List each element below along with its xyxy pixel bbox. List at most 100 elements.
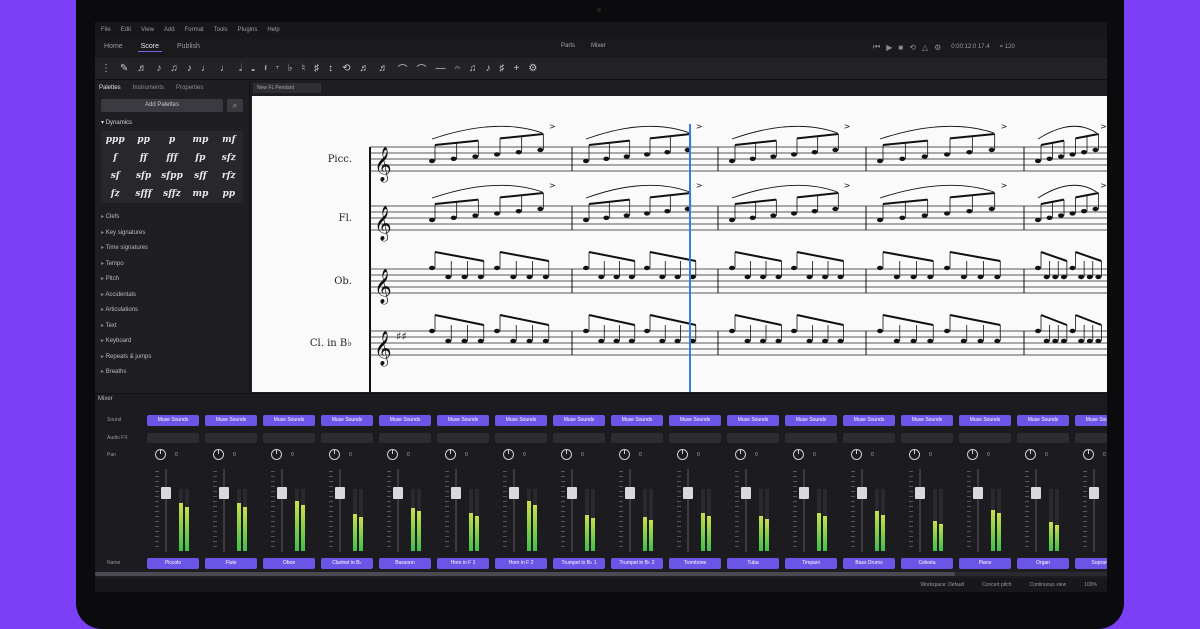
palette-item[interactable]: Accidentals	[101, 291, 151, 307]
metronome-icon[interactable]: △	[922, 43, 928, 52]
audio-fx-slot[interactable]	[263, 433, 315, 443]
toolbar-tool-icon[interactable]: ⟲	[342, 63, 350, 74]
toolbar-tool-icon[interactable]: +	[514, 63, 520, 74]
channel-name[interactable]: Piccolo	[147, 558, 199, 569]
channel-name[interactable]: Soprano	[1075, 558, 1107, 569]
sound-select-button[interactable]: Muse Sounds	[1075, 415, 1107, 426]
pan-knob[interactable]	[503, 449, 514, 460]
menu-item-plugins[interactable]: Plugins	[238, 27, 258, 33]
pan-knob[interactable]	[561, 449, 572, 460]
audio-fx-slot[interactable]	[379, 433, 431, 443]
toolbar-tool-icon[interactable]: ♪	[187, 63, 192, 74]
volume-fader[interactable]	[677, 469, 693, 552]
pan-knob[interactable]	[445, 449, 456, 460]
play-icon[interactable]: ▶	[886, 43, 892, 52]
score-tab[interactable]: New FL Pendant	[253, 83, 321, 93]
pan-knob[interactable]	[677, 449, 688, 460]
channel-name[interactable]: Timpani	[785, 558, 837, 569]
toolbar-tool-icon[interactable]: ♬	[359, 63, 369, 74]
fader-handle[interactable]	[509, 487, 519, 499]
dynamic-cell[interactable]: sfpp	[158, 167, 186, 185]
audio-fx-slot[interactable]	[147, 433, 199, 443]
pan-knob[interactable]	[1025, 449, 1036, 460]
pan-knob[interactable]	[387, 449, 398, 460]
volume-fader[interactable]	[1025, 469, 1041, 552]
sound-select-button[interactable]: Muse Sounds	[495, 415, 547, 426]
volume-fader[interactable]	[619, 469, 635, 552]
audio-fx-slot[interactable]	[669, 433, 721, 443]
audio-fx-slot[interactable]	[901, 433, 953, 443]
dynamic-cell[interactable]: fp	[186, 149, 214, 167]
sound-select-button[interactable]: Muse Sounds	[959, 415, 1011, 426]
audio-fx-slot[interactable]	[495, 433, 547, 443]
volume-fader[interactable]	[329, 469, 345, 552]
channel-name[interactable]: Flute	[205, 558, 257, 569]
menu-item-format[interactable]: Format	[185, 27, 204, 33]
palette-item[interactable]: Time signatures	[101, 244, 151, 260]
pan-knob[interactable]	[329, 449, 340, 460]
toolbar-tool-icon[interactable]: ♪	[156, 63, 161, 74]
fader-handle[interactable]	[451, 487, 461, 499]
volume-fader[interactable]	[851, 469, 867, 552]
audio-fx-slot[interactable]	[553, 433, 605, 443]
dynamic-cell[interactable]: mf	[215, 131, 243, 149]
audio-fx-slot[interactable]	[1017, 433, 1069, 443]
channel-name[interactable]: Horn in F 1	[437, 558, 489, 569]
channel-name[interactable]: Clarinet in B♭	[321, 558, 373, 569]
palette-item[interactable]: Breaths	[101, 368, 151, 384]
volume-fader[interactable]	[155, 469, 171, 552]
sound-select-button[interactable]: Muse Sounds	[263, 415, 315, 426]
toolbar-tool-icon[interactable]: ⋮	[101, 63, 111, 74]
dynamic-cell[interactable]: sf	[101, 167, 129, 185]
dynamics-palette-title[interactable]: ▾ Dynamics	[101, 119, 132, 126]
audio-fx-slot[interactable]	[205, 433, 257, 443]
fader-handle[interactable]	[741, 487, 751, 499]
mixer-scrollbar[interactable]	[95, 572, 1107, 576]
tab-publish[interactable]: Publish	[174, 42, 203, 52]
channel-name[interactable]: Trombone	[669, 558, 721, 569]
menu-item-edit[interactable]: Edit	[121, 27, 131, 33]
fader-handle[interactable]	[335, 487, 345, 499]
dynamic-cell[interactable]: pp	[215, 185, 243, 203]
audio-fx-slot[interactable]	[437, 433, 489, 443]
menu-item-view[interactable]: View	[141, 27, 154, 33]
channel-name[interactable]: Tuba	[727, 558, 779, 569]
dynamic-cell[interactable]: mp	[186, 131, 214, 149]
panel-tab-instruments[interactable]: Instruments	[133, 85, 164, 91]
toolbar-tool-icon[interactable]: 𝄐	[454, 63, 460, 74]
dynamic-cell[interactable]: ff	[129, 149, 157, 167]
dynamic-cell[interactable]: sfff	[129, 185, 157, 203]
volume-fader[interactable]	[213, 469, 229, 552]
channel-name[interactable]: Trumpet in B♭ 1	[553, 558, 605, 569]
dynamic-cell[interactable]: sffz	[158, 185, 186, 203]
settings-icon[interactable]: ⚙	[934, 43, 941, 52]
palette-item[interactable]: Keyboard	[101, 337, 151, 353]
toolbar-tool-icon[interactable]: ♩	[201, 63, 211, 74]
dynamic-cell[interactable]: sff	[186, 167, 214, 185]
toolbar-tool-icon[interactable]: —	[435, 63, 445, 74]
panel-tab-properties[interactable]: Properties	[176, 85, 203, 91]
volume-fader[interactable]	[387, 469, 403, 552]
volume-fader[interactable]	[561, 469, 577, 552]
channel-name[interactable]: Organ	[1017, 558, 1069, 569]
score-canvas[interactable]: Picc. 𝄞 > > > > > Fl. 𝄞 > > > > > Ob. 𝄞 Cl. in B♭ 𝄞 ♯♯	[252, 96, 1107, 392]
toolbar-tool-icon[interactable]: ♫	[469, 63, 477, 74]
search-icon[interactable]: ⌕	[227, 99, 243, 112]
pan-knob[interactable]	[967, 449, 978, 460]
volume-fader[interactable]	[445, 469, 461, 552]
volume-fader[interactable]	[909, 469, 925, 552]
toolbar-tool-icon[interactable]: ♪	[486, 63, 491, 74]
toolbar-tool-icon[interactable]: ♮	[302, 63, 306, 74]
pan-knob[interactable]	[619, 449, 630, 460]
channel-name[interactable]: Oboe	[263, 558, 315, 569]
tab-score[interactable]: Score	[137, 42, 162, 52]
status-item[interactable]: Continuous view	[1030, 582, 1067, 588]
sound-select-button[interactable]: Muse Sounds	[205, 415, 257, 426]
panel-tab-palettes[interactable]: Palettes	[99, 85, 121, 91]
sound-select-button[interactable]: Muse Sounds	[553, 415, 605, 426]
fader-handle[interactable]	[973, 487, 983, 499]
volume-fader[interactable]	[503, 469, 519, 552]
volume-fader[interactable]	[793, 469, 809, 552]
fader-handle[interactable]	[567, 487, 577, 499]
sound-select-button[interactable]: Muse Sounds	[727, 415, 779, 426]
